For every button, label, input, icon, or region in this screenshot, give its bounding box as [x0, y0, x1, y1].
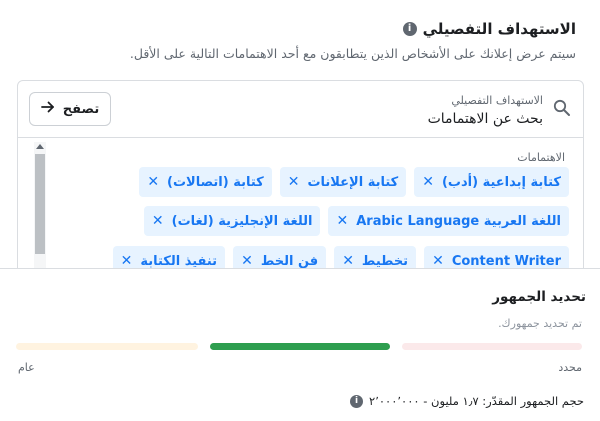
- interest-chip-label: كتابة الإعلانات: [307, 174, 399, 190]
- interest-chip-label: كتابة (اتصالات): [167, 174, 264, 190]
- remove-icon[interactable]: ✕: [432, 253, 444, 269]
- interest-chip-label: اللغة العربية Arabic Language: [356, 213, 561, 229]
- browse-button-label: تصفح: [62, 101, 100, 117]
- audience-meter-broad-segment: [16, 343, 198, 350]
- info-icon[interactable]: i: [402, 22, 417, 36]
- browse-button[interactable]: تصفح: [29, 92, 111, 126]
- interest-chip: اللغة العربية Arabic Language ✕: [328, 206, 569, 236]
- interest-chip-label: تخطيط: [361, 253, 409, 269]
- chip-row-1: كتابة إبداعية (أدب) ✕ كتابة الإعلانات ✕ …: [139, 167, 569, 197]
- interest-chip: كتابة إبداعية (أدب) ✕: [414, 167, 569, 197]
- targeting-title-row: الاستهداف التفصيلي i: [402, 20, 576, 38]
- search-area: الاستهداف التفصيلي تصفح: [18, 81, 583, 138]
- meter-label-specific: محدد: [558, 361, 582, 374]
- remove-icon[interactable]: ✕: [121, 253, 133, 269]
- arrow-right-icon: [40, 101, 55, 117]
- remove-icon[interactable]: ✕: [152, 213, 164, 229]
- interest-chip: اللغة الإنجليزية (لغات) ✕: [143, 206, 321, 236]
- targeting-title: الاستهداف التفصيلي: [422, 20, 576, 38]
- interest-chip: كتابة الإعلانات ✕: [279, 167, 407, 197]
- info-icon[interactable]: i: [350, 394, 364, 408]
- scroll-thumb[interactable]: [35, 154, 45, 254]
- search-input[interactable]: [223, 108, 543, 130]
- audience-status: تم تحديد جمهورك.: [498, 317, 582, 330]
- search-icon: [553, 99, 571, 117]
- audience-size-row: حجم الجمهور المقدّر: ١٫٧ مليون - ٢٬٠٠٠٬٠…: [350, 394, 584, 408]
- audience-title: تحديد الجمهور: [492, 289, 586, 305]
- interest-chip-label: كتابة إبداعية (أدب): [441, 174, 561, 190]
- audience-definition-panel: تحديد الجمهور تم تحديد جمهورك. عام محدد …: [0, 268, 600, 421]
- interest-chip-label: فن الخط: [260, 253, 319, 269]
- detailed-targeting-panel: الاستهداف التفصيلي i سيتم عرض إعلانك على…: [0, 0, 600, 282]
- chip-row-2: اللغة العربية Arabic Language ✕ اللغة ال…: [143, 206, 569, 236]
- remove-icon[interactable]: ✕: [336, 213, 348, 229]
- remove-icon[interactable]: ✕: [147, 174, 159, 190]
- remove-icon[interactable]: ✕: [422, 174, 434, 190]
- interest-chip-label: Content Writer: [451, 253, 561, 269]
- interest-chip-label: اللغة الإنجليزية (لغات): [171, 213, 313, 229]
- interest-chip: كتابة (اتصالات) ✕: [139, 167, 272, 197]
- search-label: الاستهداف التفصيلي: [451, 94, 543, 107]
- targeting-box: الاستهداف التفصيلي تصفح الاهتمامات كتابة…: [17, 80, 584, 282]
- targeting-subtitle: سيتم عرض إعلانك على الأشخاص الذين يتطابق…: [129, 46, 576, 61]
- interests-scrollbar[interactable]: [34, 142, 46, 281]
- meter-label-broad: عام: [18, 361, 35, 374]
- scroll-up-arrow-icon[interactable]: [36, 144, 44, 149]
- remove-icon[interactable]: ✕: [342, 253, 354, 269]
- interest-chip-label: تنفيذ الكتابة: [140, 253, 218, 269]
- remove-icon[interactable]: ✕: [241, 253, 253, 269]
- audience-meter-active-segment: [210, 343, 390, 350]
- remove-icon[interactable]: ✕: [288, 174, 300, 190]
- audience-meter-specific-segment: [402, 343, 582, 350]
- interests-label: الاهتمامات: [517, 151, 565, 164]
- audience-size: حجم الجمهور المقدّر: ١٫٧ مليون - ٢٬٠٠٠٬٠…: [369, 394, 584, 408]
